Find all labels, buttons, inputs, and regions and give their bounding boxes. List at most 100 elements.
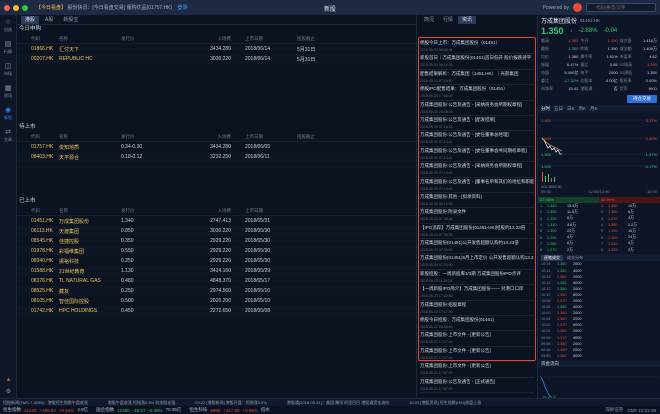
news-item[interactable]: 万成集团股份:附录文件 2018-05-24 07:46:44 xyxy=(420,208,534,224)
search-box[interactable]: ⌕ xyxy=(586,3,656,12)
ticker-item[interactable]: 港股通(2018-05-31)：美团 腾讯 阿里巴巴 港股通资金流向 xyxy=(287,400,389,406)
news-item[interactable]: 万成集团股份:招股章程 2018-05-22 17:17:00 xyxy=(420,301,534,317)
table-row[interactable]: 01978.HK 彩福维集团 0.550 2929.220 2018/05/30 xyxy=(17,246,416,256)
sidebar-item[interactable]: ☆ 自选 xyxy=(0,15,16,37)
market-tab[interactable]: 港股 xyxy=(21,15,40,24)
ticker-item[interactable]: 10:23 [港股资讯] 恒生指数(HSI)收盘上涨 xyxy=(409,400,481,406)
table-row[interactable]: 01866.HK 汇付天下 3434.280 2018/06/14 5月31日 xyxy=(17,44,416,54)
table-row[interactable]: 08376.HK TL NATURAL GAS 0.480 4848.370 2018/… xyxy=(17,276,416,286)
market-tab[interactable]: A股 xyxy=(41,16,57,24)
sidebar-item[interactable]: ⇄ 交易 xyxy=(0,125,16,147)
minimize-window-button[interactable] xyxy=(13,4,19,11)
login-link[interactable]: 登录 xyxy=(178,5,188,11)
ask-column: 1 1.350 10万 2 1.360 6万 3 1.370 4万 4 1.380 2.2万 5 1.39… xyxy=(599,203,660,253)
column-header[interactable]: 招股截止 xyxy=(297,36,357,42)
table-row[interactable]: 08545.HK 佳捷控股 0.350 2929.220 2018/05/30 xyxy=(17,236,416,246)
settings-icon[interactable]: ⚙ xyxy=(6,388,11,395)
chart-tab[interactable]: 周K xyxy=(579,106,587,112)
news-item[interactable]: 【IPO追踪】万成集团股份(01451-HK)招股约13.23倍 2018-05-… xyxy=(420,224,534,240)
ticker-item[interactable]: 恒指新闻(TMS-7-4096)：港股恒生指数午盘收涨 xyxy=(3,400,88,406)
column-header[interactable]: 代码 xyxy=(31,208,59,214)
column-header[interactable]: 招股截止 xyxy=(297,134,357,140)
table-row[interactable]: 08340.HK 振裕科技 0.350 2929.220 2018/05/30 xyxy=(17,256,416,266)
news-item[interactable]: 配售结果解析：万成集团（1451.HK）｜光影集团 2018-05-31 07:1… xyxy=(420,70,534,86)
maximize-window-button[interactable] xyxy=(22,4,28,11)
column-header[interactable]: 上市日期 xyxy=(237,134,297,140)
news-item[interactable]: 万成集团股份(01451)5月上市定价 公开发售超额认购13.23倍 2018-0… xyxy=(420,254,534,270)
column-header[interactable]: 名称 xyxy=(59,36,121,42)
info-tab[interactable]: 资讯 xyxy=(458,16,477,24)
sidebar-item[interactable]: ▤ 行情 xyxy=(0,37,16,59)
news-item[interactable]: 万成集团股份:公告及通告 - [正式通告] 2018-05-21 17:07:00 xyxy=(420,378,534,393)
chart-tab[interactable]: 分时 xyxy=(541,106,550,112)
news-item[interactable]: 【一周新股IPO简介】万成集团股份—— 对港口口岸 2018-05-23 17:2… xyxy=(420,285,534,301)
news-item[interactable]: 万成集团股份:公告及通告 - [委任董事会共同期权章程] 2018-05-30 0… xyxy=(420,147,534,163)
table-row[interactable]: 01742.HK HPC HOLDINGS 0.450 2272.650 2018/05… xyxy=(17,306,416,316)
tick-price: 1.360 xyxy=(557,292,567,297)
index-extra: 70.35亿 xyxy=(165,407,182,412)
column-header[interactable]: 发行价 xyxy=(121,134,179,140)
info-tab[interactable]: 简况 xyxy=(420,16,438,24)
news-item[interactable]: 万成集团股份:公告及通告 - [委任董事总经理] 2018-05-30 07:14… xyxy=(420,131,534,147)
news-item[interactable]: 万成集团股份:上市文件 - [更新公告] 2018-05-21 17:07:00 xyxy=(420,331,534,347)
news-item[interactable]: 新股招股：一周新股库1/3期 万成集团股份IPO点评 2018-05-23 11:… xyxy=(420,270,534,286)
index-quote[interactable]: 恒生科技 6980 +117.00 +0.98% 低水 xyxy=(189,407,269,413)
chart-tab[interactable]: 五日 xyxy=(554,106,563,112)
table-row[interactable]: 08105.HK 智佳国际控股 0.500 2020.200 2018/05/10 xyxy=(17,296,416,306)
column-header[interactable]: 代码 xyxy=(31,36,59,42)
news-item[interactable]: 万成集团股份(01451)公开发售超额认购约13.23倍 2018-05-24 0… xyxy=(420,239,534,255)
news-item[interactable]: 佣股IPO配售结果：万成集团股份（01451） 2018-05-30 17:58:… xyxy=(420,85,534,101)
news-title: 新股首日｜万成集团股份(01451)首日低开 股价报跌持平 xyxy=(420,55,532,61)
news-item[interactable]: 万成集团股份:其他 - [拟承资料] 2018-05-30 08:15:08 xyxy=(420,193,534,209)
quote-stat: 市盈率 4.62 xyxy=(620,54,657,60)
sidebar-item[interactable]: ▦ 资讯 xyxy=(0,81,16,103)
sidebar-item[interactable]: ◉ 新股 xyxy=(0,103,16,125)
news-item[interactable]: 新股首日｜万成集团股份(01451)首日低开 股价报跌持平 2018-05-31 … xyxy=(420,54,534,70)
table-row[interactable]: 01588.HK 21世纪教育 1.130 3424.160 2018/05/29 xyxy=(17,266,416,276)
table-row[interactable]: 08403.HK 天平源合 0.18-0.12 3232.250 2018/06/11 xyxy=(17,152,416,162)
news-item[interactable]: 万成集团股份:公告及通告 - [董事名单和其们的地位和职能] 2018-05-30… xyxy=(420,178,534,193)
index-quote[interactable]: 恒生指数 31228 +195.84 +0.64% 2.8亿 xyxy=(3,407,88,413)
news-item[interactable]: 佣股今日招股：万成集团股份(01451) 2018-05-22 10:46:40 xyxy=(420,316,534,332)
index-quote[interactable]: 国企指数 12180 -48.57 -0.39% 70.35亿 xyxy=(96,407,181,413)
table-row[interactable]: 00207.HK REPUBLIC HC 3030.220 2018/06/14 5月3… xyxy=(17,54,416,64)
column-header[interactable]: 上市日期 xyxy=(237,36,297,42)
column-header[interactable]: 发行价 xyxy=(121,36,179,42)
news-item[interactable]: 万成集团股份:公告及通告 - [配发结果] 2018-05-30 07:14:33 xyxy=(420,116,534,132)
news-item[interactable]: 万成集团股份:上市文件 - [更新公告] 2018-05-21 17:07:00 xyxy=(420,347,534,363)
table-row[interactable]: 06113.HK 天渡集团 0.850 3030.220 2018/05/30 xyxy=(17,226,416,236)
action-row: 持仓交易 xyxy=(538,93,660,105)
ticker-item[interactable]: 09:22 [港股新闻] 港股开盘：恒指涨0.5% xyxy=(195,400,267,406)
headline-ticker[interactable]: 【今日看盘】 股份快讯：[今日看盘交易] 服购优品(01757.HK) 登录 xyxy=(36,4,188,11)
column-header[interactable]: 发行价 xyxy=(121,208,179,214)
close-window-button[interactable] xyxy=(4,4,10,11)
column-header[interactable]: 入场费 xyxy=(179,36,237,42)
sidebar-item[interactable]: ◫ 市场 xyxy=(0,59,16,81)
table-row[interactable]: 01757.HK 俊知地质 0.34-0.30 3434.280 2018/06/05 xyxy=(17,142,416,152)
info-tab[interactable]: 行情 xyxy=(439,16,457,24)
news-ticker[interactable]: 恒指新闻(TMS-7-4096)：港股恒生指数午盘收涨 港股午盘收涨 恒指涨0.5… xyxy=(0,398,660,406)
chart-tab[interactable]: 月K xyxy=(590,106,598,112)
trade-tab[interactable]: 成交分布 xyxy=(567,255,583,261)
column-header[interactable]: 代码 xyxy=(31,134,59,140)
news-item[interactable]: 佣股今日上市：万成集团股份（01451） 2018-05-31 08:48:04 xyxy=(420,39,534,55)
column-header[interactable]: 上市日期 xyxy=(237,208,297,214)
column-header[interactable]: 名称 xyxy=(59,134,121,140)
market-tab[interactable]: 新股宝 xyxy=(59,16,82,24)
table-cell: 2018/05/08 xyxy=(245,308,271,314)
chart-tab[interactable]: 日K xyxy=(567,106,575,112)
news-item[interactable]: 万成集团股份:上市文件 - [更新公告] 2018-05-21 17:07:00 xyxy=(420,362,534,378)
news-item[interactable]: 万成集团股份:公告及通告 - [采纳商务会所期权章程] 2018-05-30 07… xyxy=(420,162,534,178)
column-header[interactable]: 名称 xyxy=(59,208,121,214)
column-header[interactable]: 入场费 xyxy=(179,208,237,214)
news-item[interactable]: 万成集团股份:公告及通告 - [采纳商务会所期权章程] 2018-05-30 20… xyxy=(420,101,534,116)
table-row[interactable]: 08525.HK 藏友 0.250 2974.560 2018/05/16 xyxy=(17,286,416,296)
trade-button[interactable]: 持仓交易 xyxy=(627,95,657,103)
tick-volume: 2000 xyxy=(573,298,582,303)
alert-icon[interactable]: ▲ xyxy=(6,377,12,383)
trade-tab[interactable]: 逐笔成交 xyxy=(541,254,563,261)
search-input[interactable] xyxy=(586,3,656,12)
ticker-item[interactable]: 港股午盘收涨 恒指涨0.5% 科技股走强 xyxy=(108,400,175,406)
column-header[interactable]: 入场费 xyxy=(179,134,237,140)
table-row[interactable]: 01451.HK 万成集团股份 1.340 2747.413 2018/05/31 xyxy=(17,216,416,226)
